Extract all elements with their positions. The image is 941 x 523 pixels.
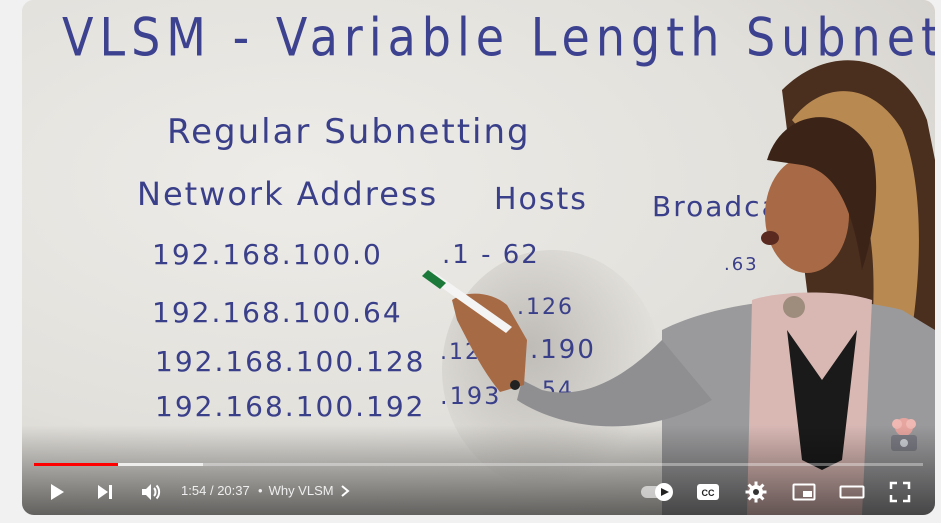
settings-button[interactable] — [738, 472, 774, 512]
mute-button[interactable] — [136, 472, 166, 512]
progress-bar[interactable] — [34, 463, 923, 466]
next-icon — [98, 485, 112, 499]
autoplay-toggle[interactable] — [638, 472, 678, 512]
chapter-title: Why VLSM — [268, 483, 334, 498]
svg-text:CC: CC — [702, 488, 715, 498]
miniplayer-icon — [792, 483, 816, 501]
chapter-button[interactable]: • Why VLSM — [258, 483, 350, 498]
subtitles-button[interactable]: CC — [690, 472, 726, 512]
cc-icon: CC — [697, 484, 719, 500]
play-button[interactable] — [42, 472, 72, 512]
time-display: 1:54 / 20:37 — [181, 483, 250, 498]
fullscreen-button[interactable] — [882, 472, 918, 512]
chevron-right-icon — [340, 484, 350, 497]
progress-played — [34, 463, 118, 466]
theater-icon — [839, 485, 865, 499]
fullscreen-icon — [889, 481, 911, 503]
chapter-bullet: • — [258, 483, 263, 498]
time-total: 20:37 — [217, 483, 250, 498]
next-button[interactable] — [90, 472, 120, 512]
time-current: 1:54 — [181, 483, 207, 498]
autoplay-icon — [641, 483, 673, 501]
video-player[interactable]: VLSM - Variable Length Subnet Mask Regul… — [22, 0, 935, 515]
miniplayer-button[interactable] — [786, 472, 822, 512]
time-separator: / — [209, 483, 214, 498]
theater-mode-button[interactable] — [834, 472, 870, 512]
gear-icon — [745, 481, 767, 503]
play-icon — [51, 484, 64, 500]
player-controls: 1:54 / 20:37 • Why VLSM CC — [22, 472, 935, 512]
volume-icon — [142, 484, 161, 500]
